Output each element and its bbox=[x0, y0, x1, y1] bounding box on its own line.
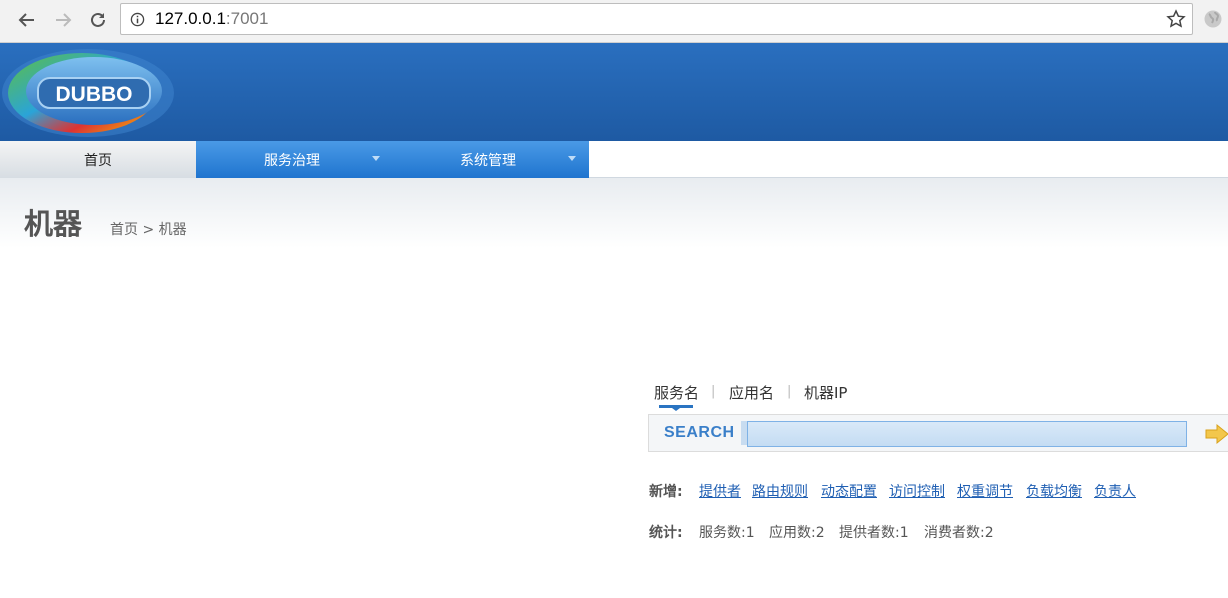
add-weight-adjust-link[interactable]: 权重调节 bbox=[957, 481, 1013, 501]
tab-machine-ip[interactable]: 机器IP bbox=[804, 382, 847, 403]
chevron-down-icon bbox=[568, 156, 576, 161]
nav-filler bbox=[589, 141, 1228, 178]
add-label: 新增: bbox=[649, 484, 683, 500]
tab-separator: | bbox=[711, 384, 716, 399]
nav-home[interactable]: 首页 bbox=[0, 141, 196, 178]
tab-separator: | bbox=[787, 384, 792, 399]
search-input[interactable] bbox=[747, 421, 1187, 447]
globe-icon[interactable] bbox=[1203, 9, 1223, 29]
stat-app-count: 应用数:2 bbox=[769, 525, 825, 541]
page-title: 机器 bbox=[24, 207, 83, 241]
stat-service-count: 服务数:1 bbox=[699, 525, 755, 541]
stat-provider-count: 提供者数:1 bbox=[839, 525, 909, 541]
bookmark-star-icon[interactable] bbox=[1166, 9, 1186, 29]
url-text: 127.0.0.1:7001 bbox=[155, 9, 269, 28]
nav-system-management[interactable]: 系统管理 bbox=[460, 141, 516, 178]
stats-label: 统计: bbox=[649, 525, 683, 541]
reload-icon[interactable] bbox=[85, 7, 111, 33]
browser-toolbar: 127.0.0.1:7001 bbox=[0, 0, 1228, 43]
address-bar[interactable]: 127.0.0.1:7001 bbox=[120, 3, 1193, 35]
stat-consumer-count: 消费者数:2 bbox=[924, 525, 994, 541]
back-icon[interactable] bbox=[14, 7, 40, 33]
tab-service-name[interactable]: 服务名 bbox=[654, 382, 699, 403]
search-label: SEARCH bbox=[664, 424, 735, 441]
add-dynamic-config-link[interactable]: 动态配置 bbox=[821, 481, 877, 501]
add-access-control-link[interactable]: 访问控制 bbox=[889, 481, 945, 501]
chevron-down-icon bbox=[372, 156, 380, 161]
search-bar: SEARCH bbox=[648, 414, 1228, 452]
logo-text: DUBBO bbox=[56, 83, 133, 106]
nav-blue-band: 服务治理 系统管理 bbox=[196, 141, 589, 178]
dubbo-logo: DUBBO bbox=[2, 49, 174, 137]
add-owner-link[interactable]: 负责人 bbox=[1094, 481, 1136, 501]
active-tab-caret bbox=[672, 408, 680, 411]
forward-icon[interactable] bbox=[50, 7, 76, 33]
breadcrumb: 首页 > 机器 bbox=[110, 222, 187, 238]
main-nav: 首页 服务治理 系统管理 bbox=[0, 141, 1228, 178]
search-go-arrow-icon[interactable] bbox=[1205, 423, 1228, 445]
add-route-rule-link[interactable]: 路由规则 bbox=[752, 481, 808, 501]
app-header: DUBBO bbox=[0, 43, 1228, 141]
tab-app-name[interactable]: 应用名 bbox=[729, 382, 774, 403]
add-provider-link[interactable]: 提供者 bbox=[699, 481, 741, 501]
add-load-balance-link[interactable]: 负载均衡 bbox=[1026, 481, 1082, 501]
nav-service-governance[interactable]: 服务治理 bbox=[264, 141, 320, 178]
info-icon[interactable] bbox=[130, 12, 145, 27]
